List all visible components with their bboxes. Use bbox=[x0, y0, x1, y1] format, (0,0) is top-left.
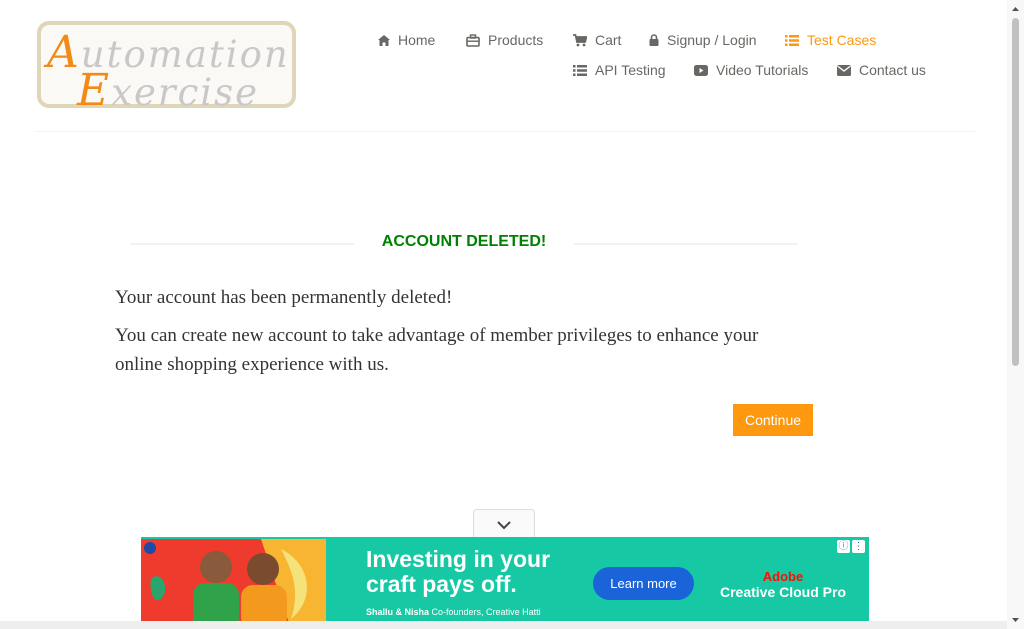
ad-collapse-tab[interactable] bbox=[473, 509, 535, 538]
briefcase-icon bbox=[466, 33, 480, 47]
vertical-scrollbar[interactable] bbox=[1007, 0, 1024, 629]
cart-icon bbox=[573, 33, 587, 46]
nav-cart[interactable]: Cart bbox=[573, 32, 621, 48]
ad-image bbox=[141, 539, 326, 629]
title-divider-right bbox=[574, 243, 798, 245]
nav-contact-us[interactable]: Contact us bbox=[837, 62, 926, 78]
site-logo[interactable]: Automation Exercise bbox=[37, 21, 296, 113]
chevron-down-icon bbox=[497, 521, 511, 530]
scrollbar-thumb[interactable] bbox=[1012, 18, 1019, 366]
nav-api-testing[interactable]: API Testing bbox=[573, 62, 666, 78]
info-message-line1: You can create new account to take advan… bbox=[115, 325, 759, 346]
header-divider bbox=[35, 131, 975, 132]
ad-info-icon[interactable]: ⓘ bbox=[837, 540, 850, 553]
logo-word-exercise: Exercise bbox=[77, 65, 260, 116]
ad-learn-more-button[interactable]: Learn more bbox=[593, 567, 694, 600]
nav-signup-login[interactable]: Signup / Login bbox=[649, 32, 757, 48]
scroll-down-arrow-icon[interactable] bbox=[1007, 613, 1024, 627]
title-divider-left bbox=[130, 243, 354, 245]
nav-home[interactable]: Home bbox=[378, 32, 435, 48]
nav-test-cases[interactable]: Test Cases bbox=[785, 32, 876, 48]
list-icon bbox=[573, 64, 587, 76]
ad-subtext: Shallu & Nisha Co-founders, Creative Hat… bbox=[366, 607, 541, 617]
scroll-up-arrow-icon[interactable] bbox=[1007, 2, 1024, 16]
lock-icon bbox=[649, 34, 659, 46]
ad-banner[interactable]: Investing in your craft pays off. Shallu… bbox=[141, 537, 869, 629]
nav-video-tutorials[interactable]: Video Tutorials bbox=[694, 62, 808, 78]
envelope-icon bbox=[837, 64, 851, 76]
youtube-play-icon bbox=[694, 64, 708, 76]
page-bottom-strip bbox=[0, 621, 1007, 629]
info-message-line2: online shopping experience with us. bbox=[115, 354, 389, 375]
nav-products[interactable]: Products bbox=[466, 32, 543, 48]
continue-button[interactable]: Continue bbox=[733, 404, 813, 436]
page-title: ACCOUNT DELETED! bbox=[381, 233, 547, 250]
deleted-message: Your account has been permanently delete… bbox=[115, 287, 453, 308]
ad-menu-icon[interactable]: ⋮ bbox=[852, 540, 865, 553]
list-icon bbox=[785, 34, 799, 46]
ad-headline: Investing in your craft pays off. bbox=[366, 546, 551, 597]
ad-brand: Adobe Creative Cloud Pro bbox=[719, 569, 847, 600]
home-icon bbox=[378, 34, 390, 46]
